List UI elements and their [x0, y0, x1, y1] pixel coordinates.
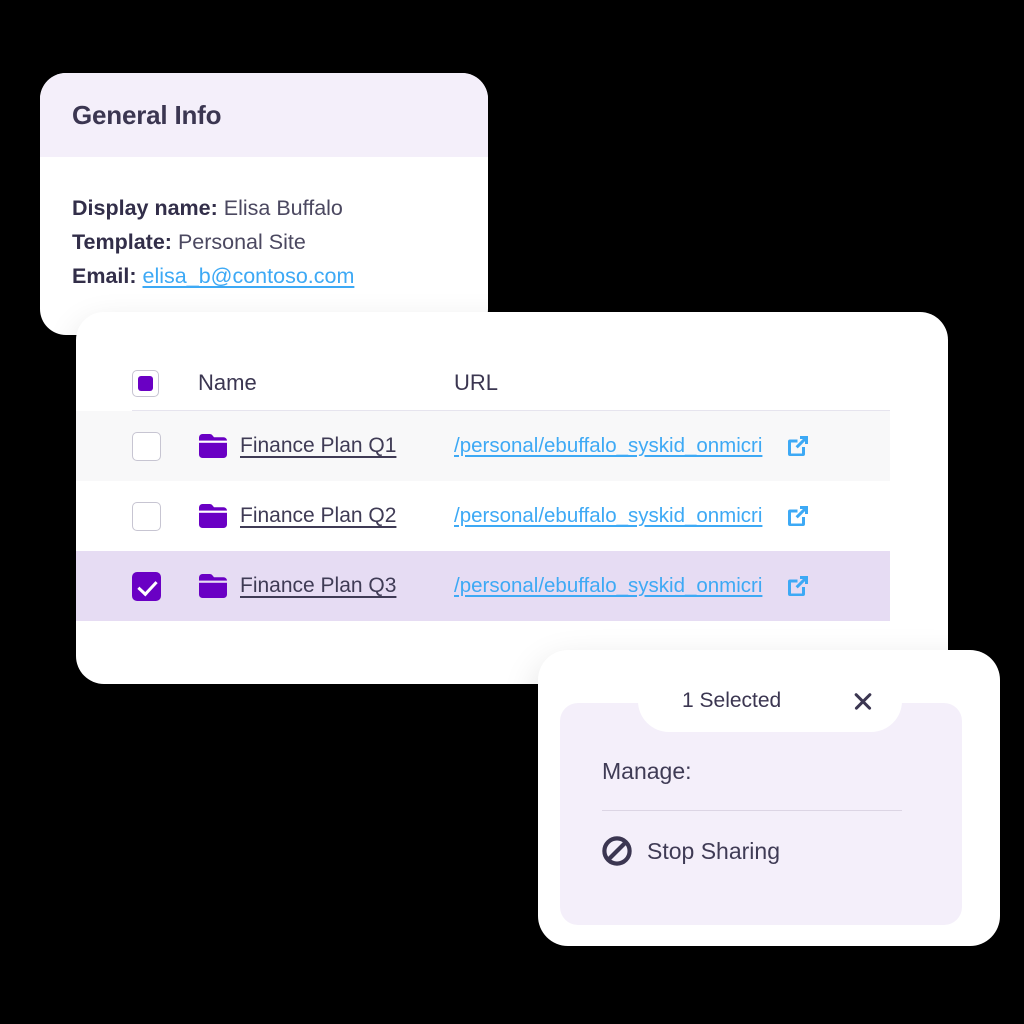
- page-title: General Info: [72, 99, 222, 130]
- general-info-card: General Info Display name: Elisa Buffalo…: [40, 73, 488, 335]
- file-name-link[interactable]: Finance Plan Q3: [240, 574, 396, 597]
- template-label: Template:: [72, 230, 172, 254]
- table-row[interactable]: Finance Plan Q2 /personal/ebuffalo_syski…: [76, 481, 890, 551]
- info-row-email: Email: elisa_b@contoso.com: [72, 259, 456, 293]
- close-icon[interactable]: [852, 690, 874, 712]
- row-checkbox[interactable]: [132, 431, 161, 461]
- row-name-cell: Finance Plan Q3: [240, 574, 454, 598]
- row-url-cell: /personal/ebuffalo_syskid_onmicri: [454, 574, 784, 598]
- external-link-icon[interactable]: [784, 502, 812, 530]
- row-checkbox[interactable]: [132, 501, 161, 531]
- row-icon-cell: [198, 573, 240, 599]
- select-all-cell: [132, 369, 198, 397]
- table-header-row: Name URL: [132, 356, 890, 410]
- selection-count-pill: 1 Selected: [638, 670, 902, 732]
- general-info-body: Display name: Elisa Buffalo Template: Pe…: [40, 157, 488, 293]
- file-name-link[interactable]: Finance Plan Q2: [240, 504, 396, 527]
- general-info-header: General Info: [40, 73, 488, 157]
- indeterminate-square-icon: [138, 375, 153, 391]
- row-icon-cell: [198, 503, 240, 529]
- table-body: Finance Plan Q1 /personal/ebuffalo_syski…: [76, 411, 890, 621]
- file-url-link[interactable]: /personal/ebuffalo_syskid_onmicri: [454, 574, 762, 597]
- folder-icon: [199, 574, 227, 598]
- email-link[interactable]: elisa_b@contoso.com: [143, 264, 355, 288]
- file-name-link[interactable]: Finance Plan Q1: [240, 434, 396, 457]
- manage-divider: [602, 810, 902, 811]
- email-label: Email:: [72, 264, 137, 288]
- files-table-card: Name URL Finance Plan Q1 /personal/ebuff…: [76, 312, 948, 684]
- template-value: Personal Site: [177, 230, 306, 254]
- row-url-cell: /personal/ebuffalo_syskid_onmicri: [454, 504, 784, 528]
- file-url-link[interactable]: /personal/ebuffalo_syskid_onmicri: [454, 504, 762, 527]
- info-row-display-name: Display name: Elisa Buffalo: [72, 191, 456, 225]
- info-row-template: Template: Personal Site: [72, 225, 456, 259]
- manage-label: Manage:: [602, 758, 692, 784]
- column-header-name[interactable]: Name: [198, 370, 454, 396]
- files-table: Name URL Finance Plan Q1 /personal/ebuff…: [76, 356, 890, 621]
- row-open-cell: [784, 502, 860, 530]
- folder-icon: [199, 434, 227, 458]
- no-entry-icon: [602, 836, 632, 866]
- row-select-cell: [132, 571, 198, 601]
- column-header-url[interactable]: URL: [454, 370, 890, 396]
- display-name-value: Elisa Buffalo: [223, 196, 343, 220]
- select-all-checkbox[interactable]: [132, 369, 159, 397]
- table-row[interactable]: Finance Plan Q3 /personal/ebuffalo_syski…: [76, 551, 890, 621]
- row-url-cell: /personal/ebuffalo_syskid_onmicri: [454, 434, 784, 458]
- table-row[interactable]: Finance Plan Q1 /personal/ebuffalo_syski…: [76, 411, 890, 481]
- row-name-cell: Finance Plan Q2: [240, 504, 454, 528]
- row-select-cell: [132, 431, 198, 461]
- row-checkbox[interactable]: [132, 571, 161, 601]
- manage-panel-body: [560, 703, 962, 925]
- folder-icon: [199, 504, 227, 528]
- row-open-cell: [784, 432, 860, 460]
- row-icon-cell: [198, 433, 240, 459]
- status-badge: 1 Selected: [682, 689, 782, 712]
- row-open-cell: [784, 572, 860, 600]
- display-name-label: Display name:: [72, 196, 218, 220]
- stop-sharing-label: Stop Sharing: [647, 837, 780, 864]
- stop-sharing-action[interactable]: Stop Sharing: [602, 836, 780, 866]
- row-select-cell: [132, 501, 198, 531]
- external-link-icon[interactable]: [784, 432, 812, 460]
- row-name-cell: Finance Plan Q1: [240, 434, 454, 458]
- external-link-icon[interactable]: [784, 572, 812, 600]
- file-url-link[interactable]: /personal/ebuffalo_syskid_onmicri: [454, 434, 762, 457]
